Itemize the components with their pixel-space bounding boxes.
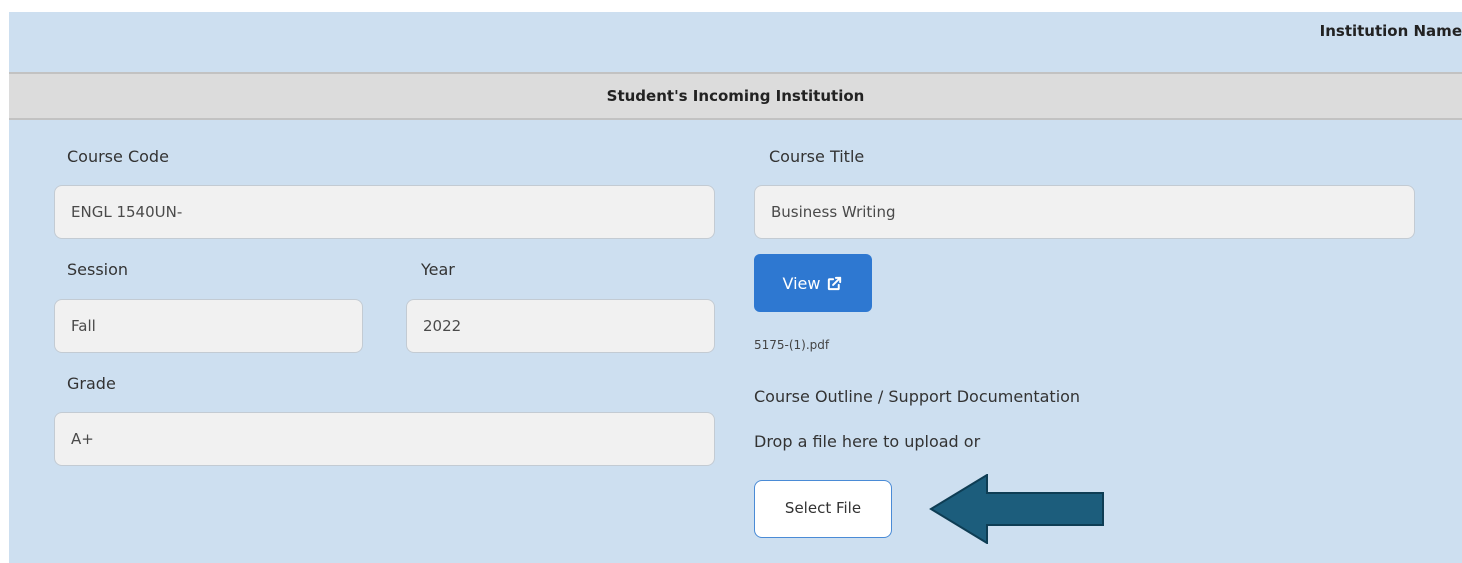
grade-field[interactable]: A+: [54, 412, 715, 466]
course-title-field[interactable]: Business Writing: [754, 185, 1415, 239]
section-header: Student's Incoming Institution: [9, 72, 1462, 120]
year-field[interactable]: 2022: [406, 299, 715, 353]
course-outline-label: Course Outline / Support Documentation: [754, 387, 1081, 406]
view-button[interactable]: View: [754, 254, 872, 312]
institution-name-label: Institution Name: [1319, 22, 1462, 40]
drop-zone-text[interactable]: Drop a file here to upload or: [754, 432, 980, 451]
session-label: Session: [67, 260, 129, 279]
year-label: Year: [421, 260, 455, 279]
grade-label: Grade: [67, 374, 116, 393]
attached-file-name[interactable]: 5175-(1).pdf: [754, 338, 829, 352]
course-title-label: Course Title: [769, 147, 865, 166]
arrow-left-icon: [929, 474, 1104, 544]
form-panel: Institution Name Student's Incoming Inst…: [9, 12, 1462, 563]
select-file-button[interactable]: Select File: [754, 480, 892, 538]
course-code-label: Course Code: [67, 147, 169, 166]
course-code-field[interactable]: ENGL 1540UN-: [54, 185, 715, 239]
session-field[interactable]: Fall: [54, 299, 363, 353]
external-link-icon: [828, 276, 842, 290]
view-button-label: View: [782, 273, 821, 293]
